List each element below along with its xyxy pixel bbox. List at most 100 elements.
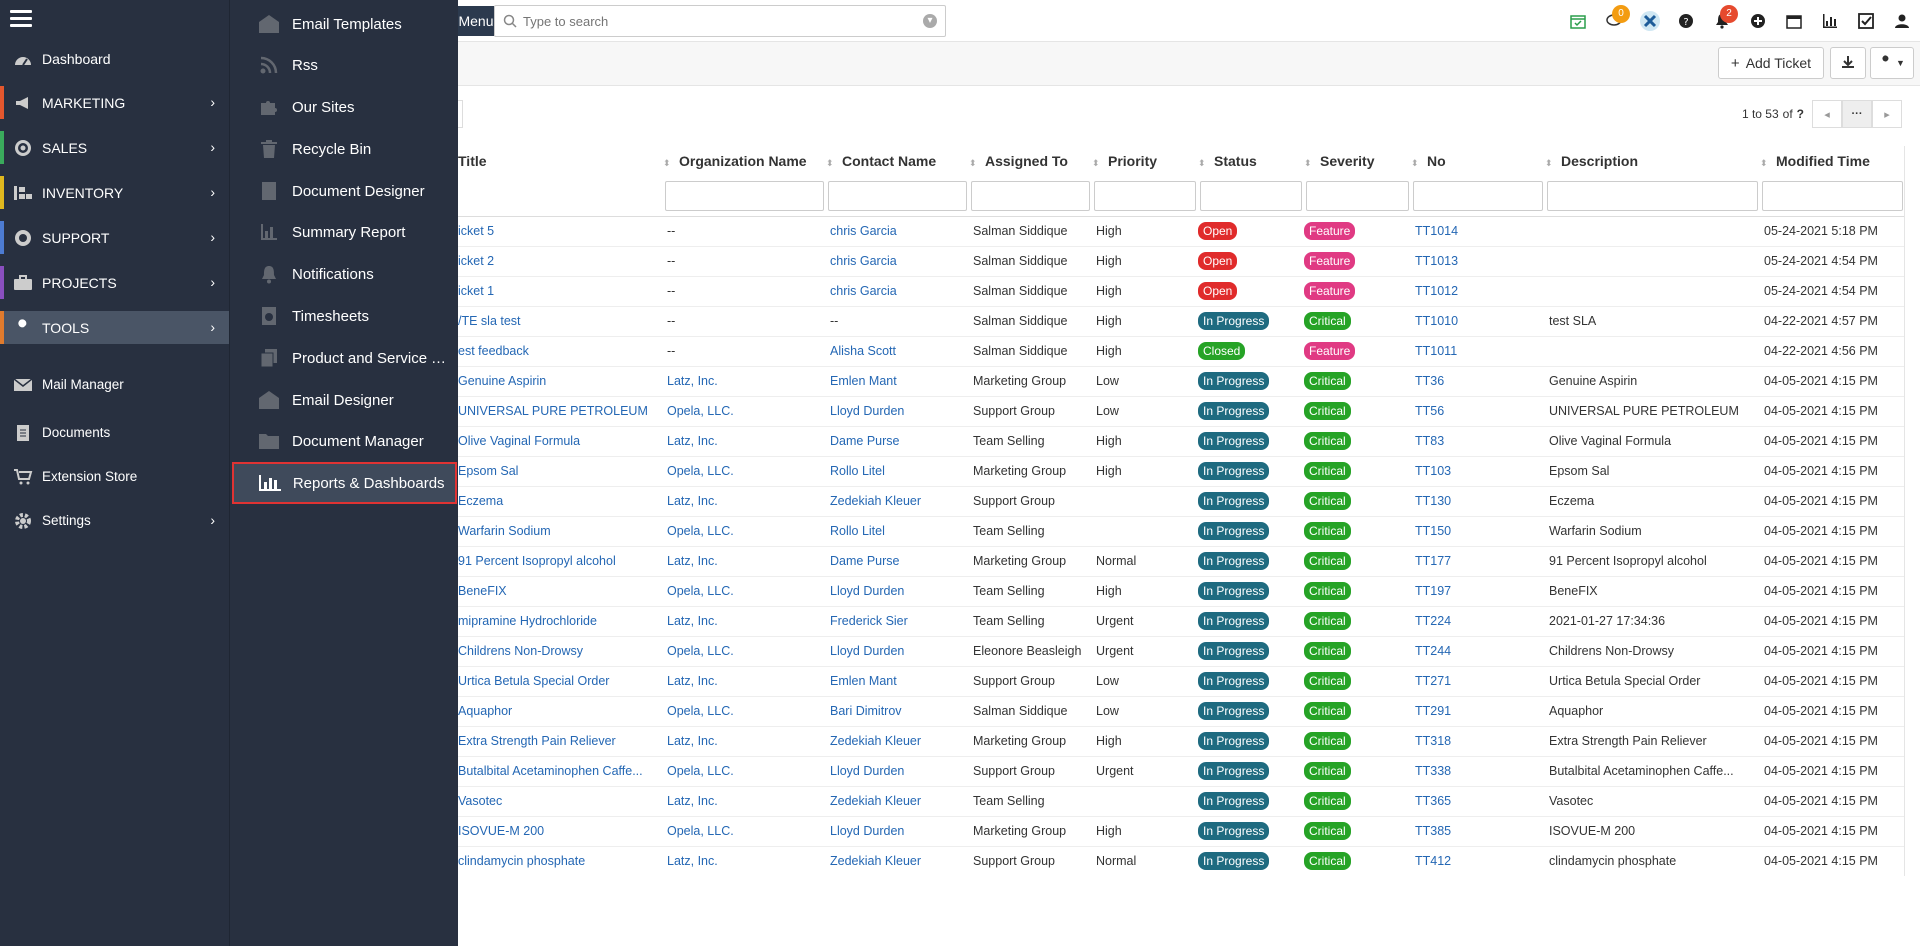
column-header[interactable]: ⬍Priority: [1092, 146, 1198, 176]
cell-no[interactable]: TT385: [1411, 816, 1545, 846]
cell-contact[interactable]: Dame Purse: [826, 426, 969, 456]
table-row[interactable]: BeneFIXOpela, LLC.Lloyd DurdenTeam Selli…: [458, 576, 1905, 606]
column-header[interactable]: ⬍Modified Time: [1760, 146, 1905, 176]
more-pages-button[interactable]: ···: [1842, 100, 1872, 128]
chat-icon[interactable]: 0: [1596, 0, 1632, 42]
cell-no[interactable]: TT103: [1411, 456, 1545, 486]
cell-contact[interactable]: chris Garcia: [826, 246, 969, 276]
cell-org[interactable]: Latz, Inc.: [663, 606, 826, 636]
sidebar-item-marketing[interactable]: MARKETING ›: [0, 86, 229, 119]
sidebar-item-mail-manager[interactable]: Mail Manager: [0, 368, 229, 401]
column-header[interactable]: Title: [458, 146, 663, 176]
table-row[interactable]: EczemaLatz, Inc.Zedekiah KleuerSupport G…: [458, 486, 1905, 516]
submenu-item-email-templates[interactable]: Email Templates: [230, 6, 459, 42]
menu-button[interactable]: Menu: [458, 6, 494, 36]
cell-title[interactable]: Genuine Aspirin: [458, 366, 663, 396]
cell-org[interactable]: Opela, LLC.: [663, 456, 826, 486]
table-row[interactable]: Butalbital Acetaminophen Caffe...Opela, …: [458, 756, 1905, 786]
table-row[interactable]: icket 2--chris GarciaSalman SiddiqueHigh…: [458, 246, 1905, 276]
table-row[interactable]: Epsom SalOpela, LLC.Rollo LitelMarketing…: [458, 456, 1905, 486]
cell-title[interactable]: 91 Percent Isopropyl alcohol: [458, 546, 663, 576]
cell-no[interactable]: TT1011: [1411, 336, 1545, 366]
table-row[interactable]: icket 5--chris GarciaSalman SiddiqueHigh…: [458, 216, 1905, 246]
cell-no[interactable]: TT1013: [1411, 246, 1545, 276]
sidebar-item-dashboard[interactable]: Dashboard: [0, 42, 229, 75]
table-row[interactable]: VasotecLatz, Inc.Zedekiah KleuerTeam Sel…: [458, 786, 1905, 816]
table-row[interactable]: Warfarin SodiumOpela, LLC.Rollo LitelTea…: [458, 516, 1905, 546]
cell-org[interactable]: Opela, LLC.: [663, 396, 826, 426]
column-header[interactable]: ⬍No: [1411, 146, 1545, 176]
cell-contact[interactable]: Lloyd Durden: [826, 576, 969, 606]
cell-no[interactable]: TT318: [1411, 726, 1545, 756]
cell-org[interactable]: Latz, Inc.: [663, 666, 826, 696]
cell-title[interactable]: /TE sla test: [458, 306, 663, 336]
submenu-item-notifications[interactable]: Notifications: [230, 256, 459, 292]
submenu-item-timesheets[interactable]: Timesheets: [230, 298, 459, 334]
cell-no[interactable]: TT1012: [1411, 276, 1545, 306]
column-header[interactable]: ⬍Status: [1198, 146, 1304, 176]
cell-contact[interactable]: Zedekiah Kleuer: [826, 486, 969, 516]
calendar-icon[interactable]: [1776, 0, 1812, 42]
table-row[interactable]: est feedback--Alisha ScottSalman Siddiqu…: [458, 336, 1905, 366]
cell-no[interactable]: TT36: [1411, 366, 1545, 396]
cell-no[interactable]: TT338: [1411, 756, 1545, 786]
cell-contact[interactable]: Dame Purse: [826, 546, 969, 576]
table-row[interactable]: /TE sla test----Salman SiddiqueHighIn Pr…: [458, 306, 1905, 336]
cell-no[interactable]: TT365: [1411, 786, 1545, 816]
next-page-button[interactable]: ▸: [1872, 100, 1902, 128]
column-filter-input[interactable]: [1094, 181, 1196, 211]
table-row[interactable]: mipramine HydrochlorideLatz, Inc.Frederi…: [458, 606, 1905, 636]
cell-contact[interactable]: Emlen Mant: [826, 666, 969, 696]
submenu-item-document-manager[interactable]: Document Manager: [230, 423, 459, 459]
column-filter-input[interactable]: [665, 181, 824, 211]
column-header[interactable]: ⬍Contact Name: [826, 146, 969, 176]
table-row[interactable]: Extra Strength Pain RelieverLatz, Inc.Ze…: [458, 726, 1905, 756]
cell-title[interactable]: ISOVUE-M 200: [458, 816, 663, 846]
column-filter-input[interactable]: [1762, 181, 1903, 211]
submenu-item-email-designer[interactable]: Email Designer: [230, 382, 459, 418]
cell-no[interactable]: TT224: [1411, 606, 1545, 636]
sidebar-item-projects[interactable]: PROJECTS ›: [0, 266, 229, 299]
submenu-item-product-service-templates[interactable]: Product and Service Templates: [230, 340, 459, 376]
table-row[interactable]: UNIVERSAL PURE PETROLEUMOpela, LLC.Lloyd…: [458, 396, 1905, 426]
table-row[interactable]: Olive Vaginal FormulaLatz, Inc.Dame Purs…: [458, 426, 1905, 456]
cell-no[interactable]: TT150: [1411, 516, 1545, 546]
export-button[interactable]: [1830, 47, 1866, 79]
select-stub[interactable]: [458, 100, 463, 128]
table-row[interactable]: AquaphorOpela, LLC.Bari DimitrovSalman S…: [458, 696, 1905, 726]
column-header[interactable]: ⬍Organization Name: [663, 146, 826, 176]
column-filter-input[interactable]: [1413, 181, 1543, 211]
cell-title[interactable]: icket 2: [458, 246, 663, 276]
cell-title[interactable]: BeneFIX: [458, 576, 663, 606]
cell-title[interactable]: Butalbital Acetaminophen Caffe...: [458, 756, 663, 786]
cell-contact[interactable]: Frederick Sier: [826, 606, 969, 636]
cell-title[interactable]: Vasotec: [458, 786, 663, 816]
submenu-item-document-designer[interactable]: Document Designer: [230, 173, 459, 209]
cell-no[interactable]: TT83: [1411, 426, 1545, 456]
cell-no[interactable]: TT130: [1411, 486, 1545, 516]
cell-org[interactable]: Latz, Inc.: [663, 786, 826, 816]
search-options-icon[interactable]: ▾: [923, 14, 937, 28]
cell-title[interactable]: Extra Strength Pain Reliever: [458, 726, 663, 756]
sidebar-item-settings[interactable]: Settings ›: [0, 504, 229, 537]
cell-org[interactable]: Latz, Inc.: [663, 366, 826, 396]
column-filter-input[interactable]: [1306, 181, 1409, 211]
column-filter-input[interactable]: [828, 181, 967, 211]
cell-title[interactable]: est feedback: [458, 336, 663, 366]
submenu-item-summary-report[interactable]: Summary Report: [230, 214, 459, 250]
notifications-bell-icon[interactable]: 2: [1704, 0, 1740, 42]
cell-no[interactable]: TT56: [1411, 396, 1545, 426]
table-row[interactable]: Childrens Non-DrowsyOpela, LLC.Lloyd Dur…: [458, 636, 1905, 666]
cell-contact[interactable]: Lloyd Durden: [826, 396, 969, 426]
cell-title[interactable]: Childrens Non-Drowsy: [458, 636, 663, 666]
cell-no[interactable]: TT412: [1411, 846, 1545, 876]
cell-org[interactable]: Opela, LLC.: [663, 816, 826, 846]
cell-title[interactable]: Aquaphor: [458, 696, 663, 726]
cell-contact[interactable]: Bari Dimitrov: [826, 696, 969, 726]
add-circle-icon[interactable]: [1740, 0, 1776, 42]
cell-contact[interactable]: chris Garcia: [826, 216, 969, 246]
task-checkbox-icon[interactable]: [1848, 0, 1884, 42]
table-row[interactable]: ISOVUE-M 200Opela, LLC.Lloyd DurdenMarke…: [458, 816, 1905, 846]
reports-icon[interactable]: [1812, 0, 1848, 42]
cell-contact[interactable]: Lloyd Durden: [826, 756, 969, 786]
